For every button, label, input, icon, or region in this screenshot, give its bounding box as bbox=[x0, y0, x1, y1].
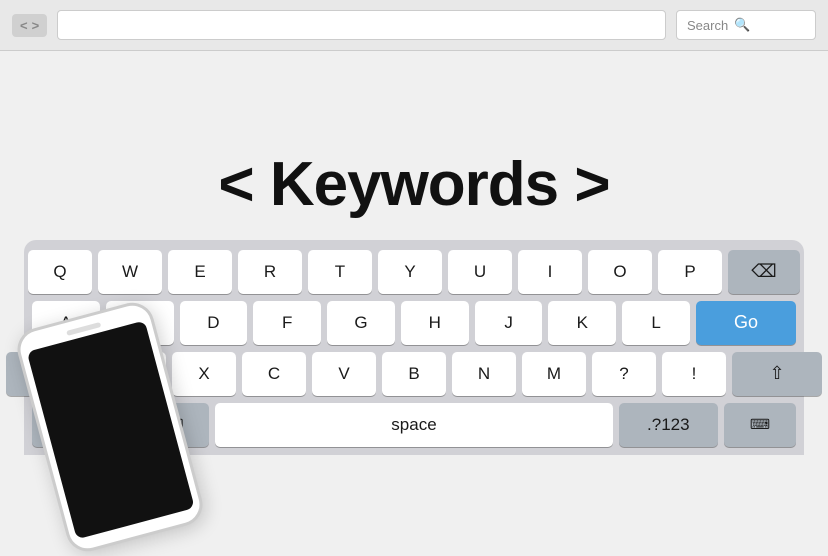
key-keyboard-icon[interactable]: ⌨ bbox=[724, 403, 796, 447]
key-j[interactable]: J bbox=[475, 301, 543, 345]
key-w[interactable]: W bbox=[98, 250, 162, 294]
key-go[interactable]: Go bbox=[696, 301, 796, 345]
key-numbers-right[interactable]: .?123 bbox=[619, 403, 718, 447]
key-g[interactable]: G bbox=[327, 301, 395, 345]
key-x[interactable]: X bbox=[172, 352, 236, 396]
key-r[interactable]: R bbox=[238, 250, 302, 294]
key-m[interactable]: M bbox=[522, 352, 586, 396]
main-content: < Keywords > Q W E R T Y U I O P ⌫ bbox=[0, 51, 828, 552]
key-i[interactable]: I bbox=[518, 250, 582, 294]
key-n[interactable]: N bbox=[452, 352, 516, 396]
keywords-heading: < Keywords > bbox=[218, 149, 609, 220]
key-space[interactable]: space bbox=[215, 403, 612, 447]
key-c[interactable]: C bbox=[242, 352, 306, 396]
key-u[interactable]: U bbox=[448, 250, 512, 294]
key-d[interactable]: D bbox=[180, 301, 248, 345]
backspace-icon: ⌫ bbox=[751, 261, 776, 282]
keyboard-icon: ⌨ bbox=[750, 416, 770, 433]
shift-right-icon: ⇧ bbox=[769, 363, 784, 384]
key-h[interactable]: H bbox=[401, 301, 469, 345]
nav-buttons[interactable]: < > bbox=[12, 14, 47, 37]
key-row-1: Q W E R T Y U I O P ⌫ bbox=[32, 250, 796, 294]
key-y[interactable]: Y bbox=[378, 250, 442, 294]
forward-button[interactable]: > bbox=[32, 18, 40, 33]
key-l[interactable]: L bbox=[622, 301, 690, 345]
key-b[interactable]: B bbox=[382, 352, 446, 396]
search-label: Search bbox=[687, 18, 728, 33]
key-shift-right[interactable]: ⇧ bbox=[732, 352, 822, 396]
key-p[interactable]: P bbox=[658, 250, 722, 294]
address-bar[interactable] bbox=[57, 10, 666, 40]
key-exclaim[interactable]: ! bbox=[662, 352, 726, 396]
key-e[interactable]: E bbox=[168, 250, 232, 294]
key-f[interactable]: F bbox=[253, 301, 321, 345]
back-button[interactable]: < bbox=[20, 18, 28, 33]
key-o[interactable]: O bbox=[588, 250, 652, 294]
key-question[interactable]: ? bbox=[592, 352, 656, 396]
search-icon: 🔍 bbox=[734, 17, 750, 33]
key-q[interactable]: Q bbox=[28, 250, 92, 294]
key-k[interactable]: K bbox=[548, 301, 616, 345]
key-t[interactable]: T bbox=[308, 250, 372, 294]
search-box[interactable]: Search 🔍 bbox=[676, 10, 816, 40]
key-backspace[interactable]: ⌫ bbox=[728, 250, 800, 294]
browser-bar: < > Search 🔍 bbox=[0, 0, 828, 51]
key-v[interactable]: V bbox=[312, 352, 376, 396]
